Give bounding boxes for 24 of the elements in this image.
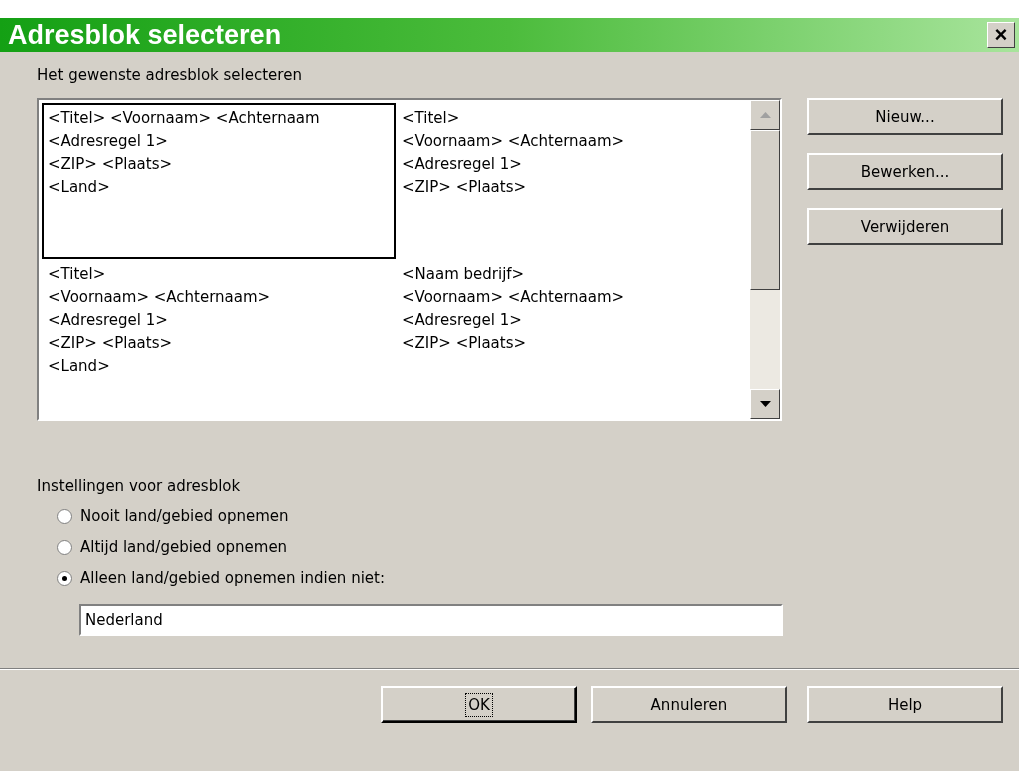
radio-option[interactable]: Alleen land/gebied opnemen indien niet: xyxy=(57,569,1003,587)
close-button[interactable]: × xyxy=(987,22,1015,48)
radio-icon[interactable] xyxy=(57,539,72,555)
radio-icon[interactable] xyxy=(57,508,72,524)
dialog-button[interactable]: Annuleren xyxy=(591,686,787,723)
scrollbar[interactable] xyxy=(750,100,780,419)
country-field[interactable]: Nederland xyxy=(79,604,783,636)
address-block-option[interactable]: <Titel> <Voornaam> <Achternaam> <Adresregel 1> <ZIP> <Plaats> <Land> xyxy=(42,259,396,419)
radio-option[interactable]: Altijd land/gebied opnemen xyxy=(57,538,1003,556)
radio-icon[interactable] xyxy=(57,570,72,586)
section-label: Het gewenste adresblok selecteren xyxy=(37,66,303,84)
side-button[interactable]: Nieuw... xyxy=(807,98,1003,135)
address-block-option[interactable]: <Titel> <Voornaam> <Achternaam> <Adresregel 1> <ZIP> <Plaats> xyxy=(396,103,750,259)
address-block-option[interactable]: <Titel> <Voornaam> <Achternaam <Adresregel 1> <ZIP> <Plaats> <Land> xyxy=(42,103,396,259)
address-block-option[interactable]: <Naam bedrijf> <Voornaam> <Achternaam> <Adresregel 1> <ZIP> <Plaats> xyxy=(396,259,750,419)
dialog-button[interactable]: OK xyxy=(381,686,577,723)
scroll-down-icon[interactable] xyxy=(759,401,771,407)
address-block-list[interactable] xyxy=(37,98,782,421)
window-title: Adresblok selecteren xyxy=(8,19,282,51)
dialog-button[interactable]: Help xyxy=(807,686,1003,723)
section-label: Instellingen voor adresblok xyxy=(37,477,242,495)
side-button[interactable]: Verwijderen xyxy=(807,208,1003,245)
side-button[interactable]: Bewerken... xyxy=(807,153,1003,190)
radio-option[interactable]: Nooit land/gebied opnemen xyxy=(57,507,1003,525)
